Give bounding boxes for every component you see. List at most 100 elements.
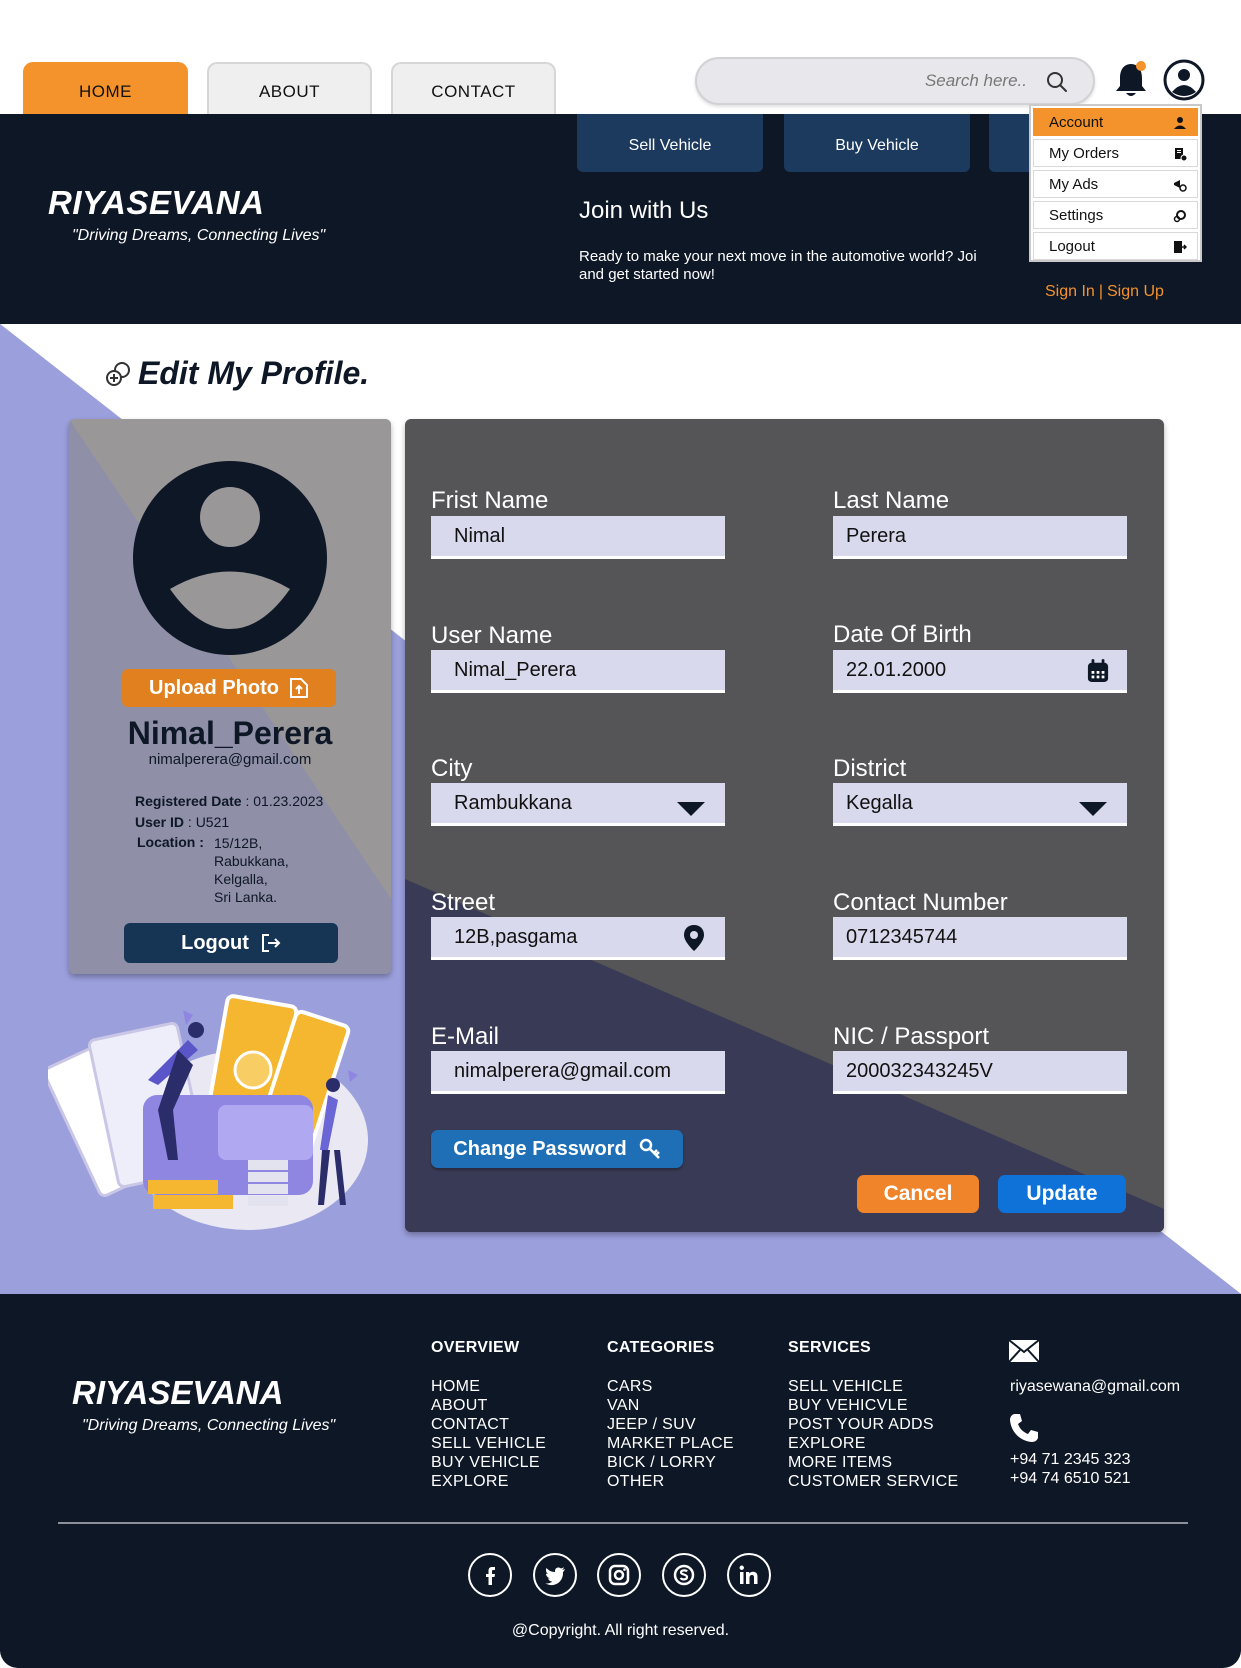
footer-phone[interactable]: +94 71 2345 323 [1010,1451,1131,1469]
contact-number-field[interactable]: 0712345744 [833,917,1127,960]
menu-item-logout[interactable]: Logout [1033,232,1198,260]
district-label: District [833,755,907,782]
first-name-field[interactable]: Nimal [431,516,725,559]
update-button[interactable]: Update [998,1175,1126,1213]
footer-link[interactable]: CONTACT [431,1415,546,1434]
last-name-field[interactable]: Perera [833,516,1127,559]
menu-item-my-ads[interactable]: My Ads [1033,170,1198,198]
auth-links: Sign In | Sign Up [1045,283,1164,301]
logout-button[interactable]: Logout [124,923,338,963]
city-value: Rambukkana [454,791,572,814]
menu-item-my-ads-label: My Ads [1049,175,1099,193]
menu-item-account[interactable]: Account [1033,108,1198,136]
cancel-button[interactable]: Cancel [857,1175,979,1213]
username-field[interactable]: Nimal_Perera [431,650,725,693]
ads-icon [1174,180,1187,192]
search-bar [695,57,1095,105]
footer-link[interactable]: HOME [431,1377,546,1396]
location-label: Location : [137,834,204,850]
page-title: Edit My Profile. [138,355,370,391]
twitter-icon[interactable] [533,1553,577,1597]
facebook-icon[interactable] [468,1553,512,1597]
location-line: Kelgalla, [214,871,268,887]
chevron-down-icon [677,802,705,816]
mail-icon [1008,1339,1040,1363]
edit-profile-icon [106,362,130,386]
user-icon [1174,117,1186,129]
footer-overview-title: OVERVIEW [431,1339,520,1356]
footer-link[interactable]: JEEP / SUV [607,1415,734,1434]
district-select[interactable]: Kegalla [833,783,1127,826]
first-name-label: Frist Name [431,487,549,514]
tab-about[interactable]: ABOUT [207,62,372,114]
city-select[interactable]: Rambukkana [431,783,725,826]
tab-contact-label: CONTACT [431,82,516,101]
footer-link[interactable]: BICK / LORRY [607,1453,734,1472]
tab-about-label: ABOUT [258,82,321,101]
sign-in-link[interactable]: Sign In [1045,283,1095,300]
tab-contact[interactable]: CONTACT [391,62,556,114]
sell-vehicle-button[interactable]: Sell Vehicle [577,114,763,172]
search-icon[interactable] [1045,70,1069,94]
user-avatar-icon[interactable] [1162,58,1206,102]
search-input[interactable] [697,59,1037,103]
join-text-line2: and get started now! [579,266,715,283]
footer-link[interactable]: BUY VEHICLE [431,1453,546,1472]
footer-link[interactable]: ABOUT [431,1396,546,1415]
location-label-text: Location : [137,834,204,850]
skype-icon[interactable] [662,1553,706,1597]
auth-separator: | [1098,283,1103,300]
key-icon [639,1138,660,1159]
footer-link[interactable]: BUY VEHICVLE [788,1396,958,1415]
change-password-button[interactable]: Change Password [431,1130,683,1168]
footer-link[interactable]: SELL VEHICLE [788,1377,958,1396]
contact-number-value: 0712345744 [846,925,958,948]
upload-photo-button[interactable]: Upload Photo [122,669,336,707]
calendar-icon[interactable] [1087,659,1109,683]
user-id-value: : U521 [187,814,230,830]
profile-picture[interactable] [132,459,328,657]
sign-up-link[interactable]: Sign Up [1107,283,1164,300]
chevron-down-icon [1079,802,1107,816]
footer-phone[interactable]: +94 74 6510 521 [1010,1470,1131,1488]
registered-date: Registered Date : 01.23.2023 [135,793,323,809]
footer-link[interactable]: EXPLORE [431,1472,546,1491]
footer-brand[interactable]: RIYASEVANA [72,1374,283,1412]
location-line: Rabukkana, [214,853,289,869]
location-line: Sri Lanka. [214,889,278,905]
menu-item-account-label: Account [1049,113,1104,131]
footer-link[interactable]: CARS [607,1377,734,1396]
nic-field[interactable]: 200032343245V [833,1051,1127,1094]
logout-icon [1174,241,1187,253]
nic-value: 200032343245V [846,1059,993,1082]
menu-item-settings[interactable]: Settings [1033,201,1198,229]
upload-photo-label: Upload Photo [149,676,279,699]
upload-icon [289,678,308,698]
footer-link[interactable]: EXPLORE [788,1434,958,1453]
change-password-label: Change Password [453,1137,627,1160]
footer-link[interactable]: CUSTOMER SERVICE [788,1472,958,1491]
footer-link[interactable]: VAN [607,1396,734,1415]
dob-field[interactable]: 22.01.2000 [833,650,1127,693]
buy-vehicle-button[interactable]: Buy Vehicle [784,114,970,172]
footer-link[interactable]: MARKET PLACE [607,1434,734,1453]
edit-profile-form: Frist Name Nimal Last Name Perera User N… [405,419,1164,1232]
username-value: Nimal_Perera [454,658,577,681]
footer-link[interactable]: POST YOUR ADDS [788,1415,958,1434]
tab-home[interactable]: HOME [23,62,188,114]
instagram-icon[interactable] [597,1553,641,1597]
buy-vehicle-label: Buy Vehicle [835,137,919,154]
linkedin-icon[interactable] [727,1553,771,1597]
street-field[interactable]: 12B,pasgama [431,917,725,960]
footer-link[interactable]: SELL VEHICLE [431,1434,546,1453]
footer-link[interactable]: OTHER [607,1472,734,1491]
dob-value: 22.01.2000 [846,658,947,681]
footer-link[interactable]: MORE ITEMS [788,1453,958,1472]
footer-overview: OVERVIEW HOME ABOUT CONTACT SELL VEHICLE… [431,1339,546,1491]
brand-logo[interactable]: RIYASEVANA [48,184,264,222]
email-field[interactable]: nimalperera@gmail.com [431,1051,725,1094]
footer-email[interactable]: riyasewana@gmail.com [1010,1378,1180,1396]
nic-label: NIC / Passport [833,1023,990,1050]
menu-item-my-orders[interactable]: My Orders [1033,139,1198,167]
footer-services-title: SERVICES [788,1339,872,1356]
